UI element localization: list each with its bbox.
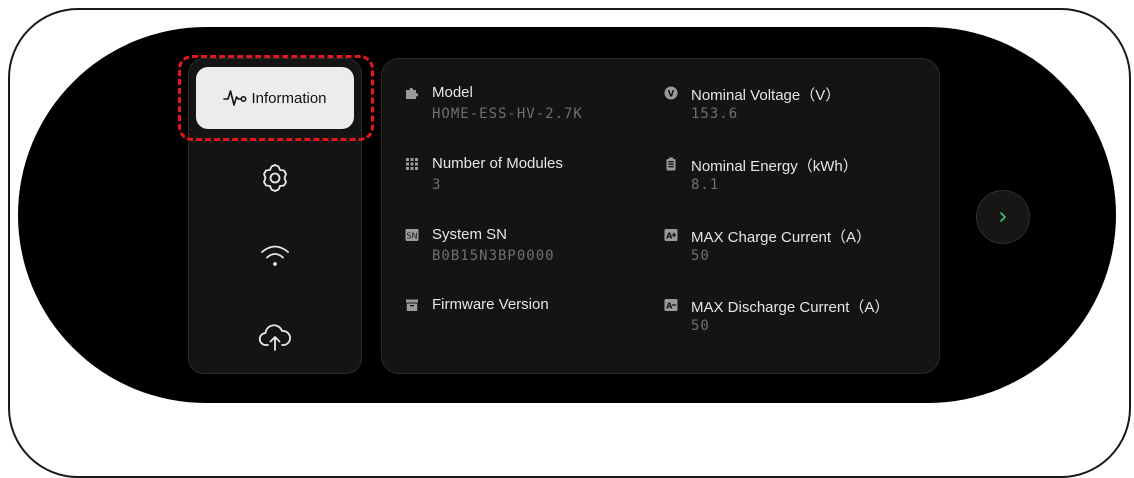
tab-settings[interactable] bbox=[256, 159, 294, 197]
modules-label: Number of Modules bbox=[432, 155, 563, 172]
discharge-label: MAX Discharge Current（A） bbox=[691, 299, 890, 316]
svg-text:V: V bbox=[668, 89, 675, 99]
voltage-icon: V bbox=[664, 86, 678, 100]
sn-label: System SN bbox=[432, 226, 508, 243]
svg-text:A: A bbox=[666, 231, 673, 240]
model-value: HOME-ESS-HV-2.7K bbox=[432, 106, 583, 122]
tab-information-label: Information bbox=[251, 89, 327, 107]
charge-current-icon: A bbox=[664, 228, 678, 242]
discharge-value: 50 bbox=[691, 318, 710, 334]
tab-wifi[interactable] bbox=[256, 237, 294, 275]
model-label: Model bbox=[432, 84, 473, 101]
svg-text:SN: SN bbox=[406, 232, 417, 241]
tab-information[interactable]: Information bbox=[196, 67, 354, 129]
charge-value: 50 bbox=[691, 248, 710, 264]
next-button[interactable] bbox=[976, 190, 1030, 244]
chevron-right-icon bbox=[1000, 212, 1006, 222]
modules-value: 3 bbox=[432, 177, 442, 193]
gear-icon bbox=[263, 164, 287, 192]
charge-label: MAX Charge Current（A） bbox=[691, 229, 872, 246]
archive-icon bbox=[405, 298, 419, 312]
discharge-current-icon: A bbox=[664, 298, 678, 312]
tab-upload[interactable] bbox=[256, 318, 294, 356]
energy-label: Nominal Energy（kWh） bbox=[691, 158, 858, 175]
svg-text:A: A bbox=[666, 301, 673, 310]
battery-icon bbox=[664, 157, 678, 171]
sn-icon: SN bbox=[405, 228, 419, 242]
wifi-icon bbox=[261, 245, 289, 266]
sn-value: B0B15N3BP0000 bbox=[432, 248, 555, 264]
grid-icon bbox=[405, 157, 419, 171]
voltage-label: Nominal Voltage（V） bbox=[691, 87, 841, 104]
cloud-upload-icon bbox=[258, 324, 291, 351]
firmware-label: Firmware Version bbox=[432, 296, 549, 313]
puzzle-icon bbox=[405, 86, 419, 100]
energy-value: 8.1 bbox=[691, 177, 720, 193]
voltage-value: 153.6 bbox=[691, 106, 739, 122]
pulse-icon bbox=[223, 90, 247, 106]
